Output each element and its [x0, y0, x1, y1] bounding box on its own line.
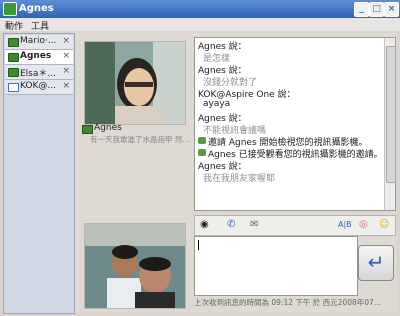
menu-action[interactable]: 動作: [5, 19, 23, 32]
tab-label: KOK@...: [20, 81, 56, 91]
conversation-window: Agnes 有一天我敢進了水晶指甲 然... Agnes 說： 是怎樣 Agne…: [76, 33, 397, 312]
phone-icon: [8, 83, 19, 92]
tab-elsa[interactable]: Elsa＊... ×: [5, 65, 73, 80]
tab-kok[interactable]: KOK@... ×: [5, 80, 73, 95]
webcam-photo: [85, 224, 185, 308]
chat-icon: [8, 68, 19, 77]
menu-bar: 動作 工具: [0, 18, 400, 32]
call-icon[interactable]: ✆: [227, 219, 235, 230]
tab-label: Elsa＊...: [20, 69, 56, 79]
emoticon-icon[interactable]: ☺: [379, 219, 389, 230]
webcam-icon[interactable]: ◉: [200, 219, 209, 230]
enter-icon: ↵: [367, 250, 385, 274]
conversation-tabs: Mario·... × Agnes × Elsa＊... × KOK@... ×: [3, 33, 75, 314]
chat-scrollbar[interactable]: [384, 38, 396, 210]
chat-icon: [8, 38, 19, 47]
send-file-icon[interactable]: ✉: [250, 219, 258, 230]
tab-agnes[interactable]: Agnes ×: [5, 50, 73, 65]
webcam-accept-icon: [198, 149, 206, 156]
last-message-status: 上次收到訊息的時間為 09:12 下午 於 西元2008年07...: [194, 298, 381, 307]
message-text: ayaya: [203, 99, 231, 109]
webcam-invite-icon: [198, 137, 206, 144]
tab-close-icon[interactable]: ×: [62, 36, 70, 46]
online-status-icon: [82, 125, 93, 134]
tab-label: Agnes: [20, 51, 52, 61]
webcam-display-picture[interactable]: [84, 223, 186, 309]
scrollbar-thumb[interactable]: [386, 46, 396, 183]
tab-close-icon[interactable]: ×: [62, 51, 70, 61]
message-toolbar: ◉ ✆ ✉ A|B ◎ ☺: [194, 215, 396, 236]
contact-name: Agnes: [94, 123, 122, 133]
message-input[interactable]: [194, 236, 358, 296]
tab-label: Mario·...: [20, 36, 57, 46]
tab-close-icon[interactable]: ×: [62, 81, 70, 91]
font-icon[interactable]: A|B: [338, 220, 352, 229]
send-button[interactable]: ↵: [358, 245, 394, 281]
contact-display-picture[interactable]: [84, 41, 186, 125]
chat-history[interactable]: Agnes 說： 是怎樣 Agnes 說： 沒錢分就對了 KOK@Aspire …: [194, 37, 396, 211]
contact-photo: [85, 42, 185, 124]
tab-mario[interactable]: Mario·... ×: [5, 35, 73, 50]
message-text: 我在我朋友家喔耶: [203, 174, 276, 184]
maximize-button[interactable]: □: [369, 2, 384, 17]
minimize-button[interactable]: _: [354, 2, 369, 17]
personal-message: 有一天我敢進了水晶指甲 然...: [90, 135, 190, 144]
tab-close-icon[interactable]: ×: [62, 66, 70, 76]
menu-tools[interactable]: 工具: [31, 19, 49, 32]
close-window-button[interactable]: ×: [384, 2, 399, 17]
nudge-icon[interactable]: ◎: [359, 219, 368, 230]
text-cursor: [198, 240, 199, 250]
chat-icon: [8, 53, 19, 62]
app-icon: [3, 2, 17, 16]
title-bar: Agnes _ □ ×: [0, 0, 400, 18]
window-title: Agnes: [19, 3, 54, 14]
